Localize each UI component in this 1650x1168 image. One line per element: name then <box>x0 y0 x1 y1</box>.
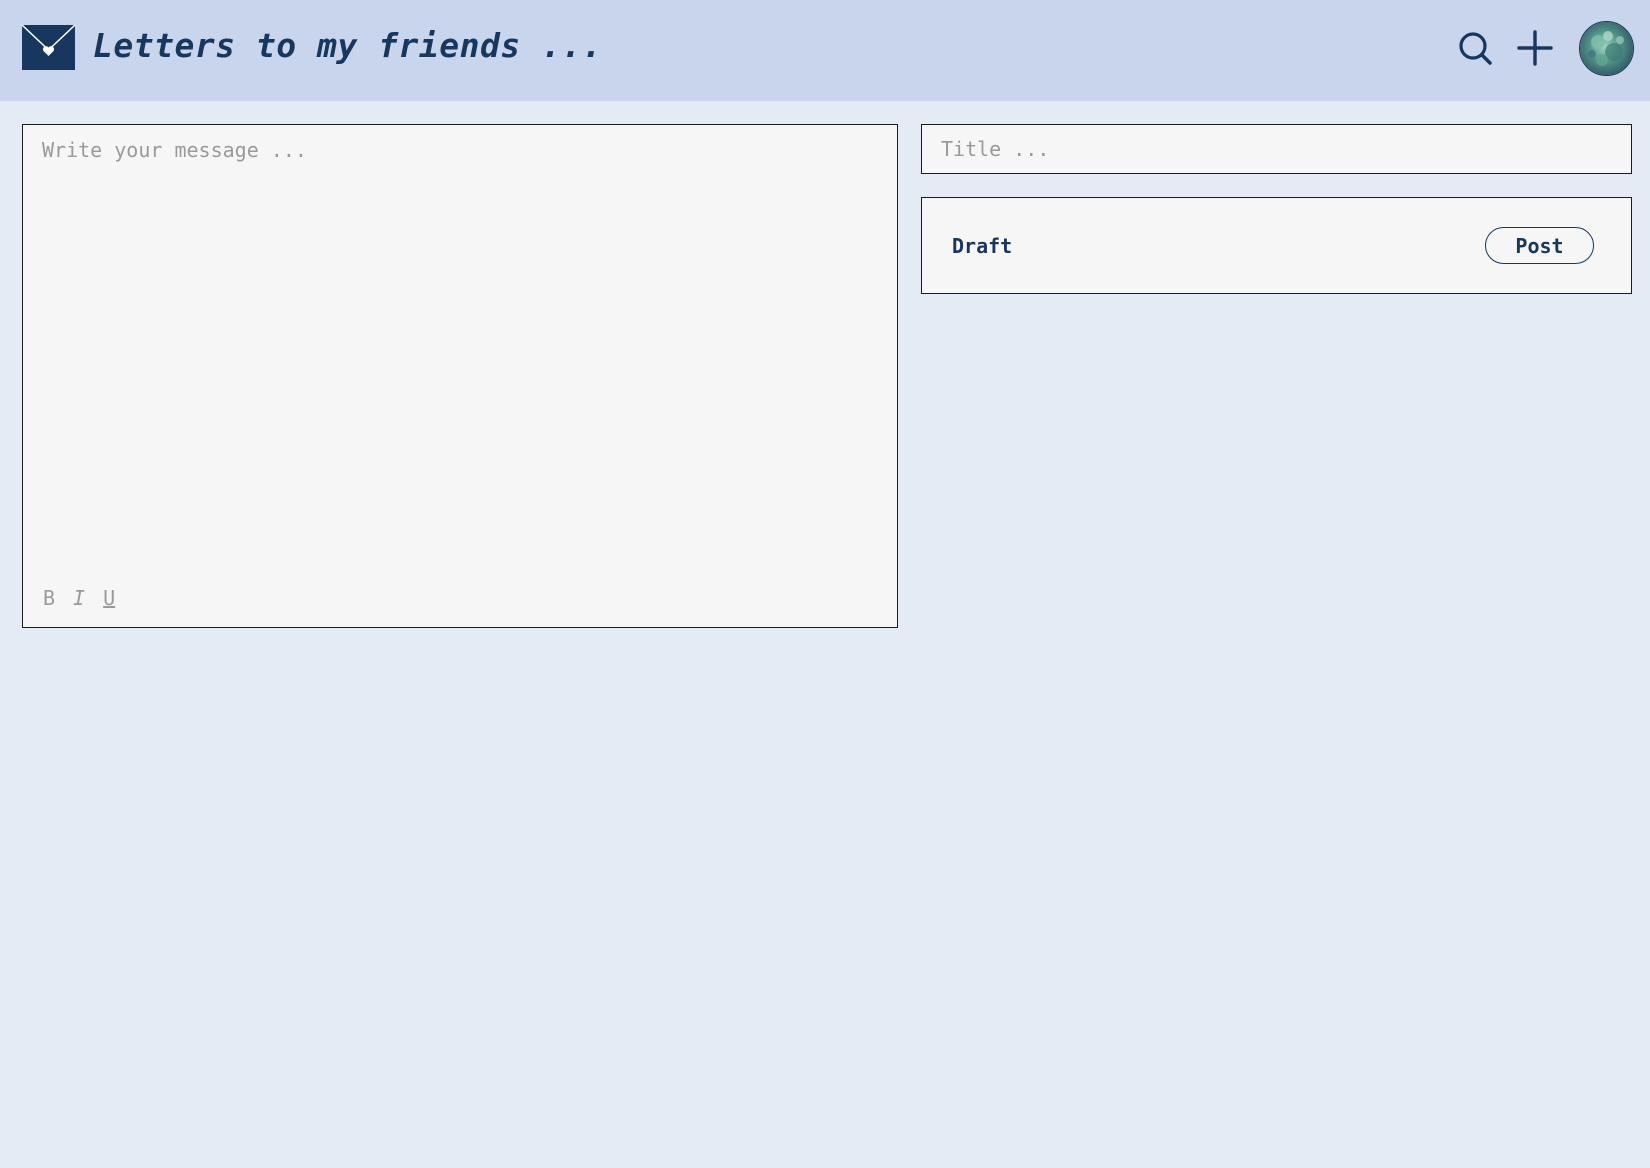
actions-panel: Draft Post <box>921 197 1632 294</box>
post-button[interactable]: Post <box>1485 227 1594 264</box>
italic-button[interactable]: I <box>73 586 85 610</box>
avatar-image <box>1580 22 1633 75</box>
app-header: Letters to my friends ... <box>0 0 1650 101</box>
underline-button[interactable]: U <box>103 586 115 610</box>
user-avatar[interactable] <box>1579 21 1634 76</box>
plus-icon[interactable] <box>1515 28 1555 68</box>
app-title: Letters to my friends ... <box>93 26 603 65</box>
message-editor: B I U <box>22 124 898 628</box>
message-textarea[interactable] <box>23 125 897 585</box>
bold-button[interactable]: B <box>43 586 55 610</box>
title-input[interactable] <box>921 124 1632 174</box>
envelope-heart-icon[interactable] <box>22 25 75 70</box>
draft-button[interactable]: Draft <box>952 234 1012 258</box>
format-toolbar: B I U <box>43 586 115 610</box>
search-icon[interactable] <box>1455 28 1495 68</box>
